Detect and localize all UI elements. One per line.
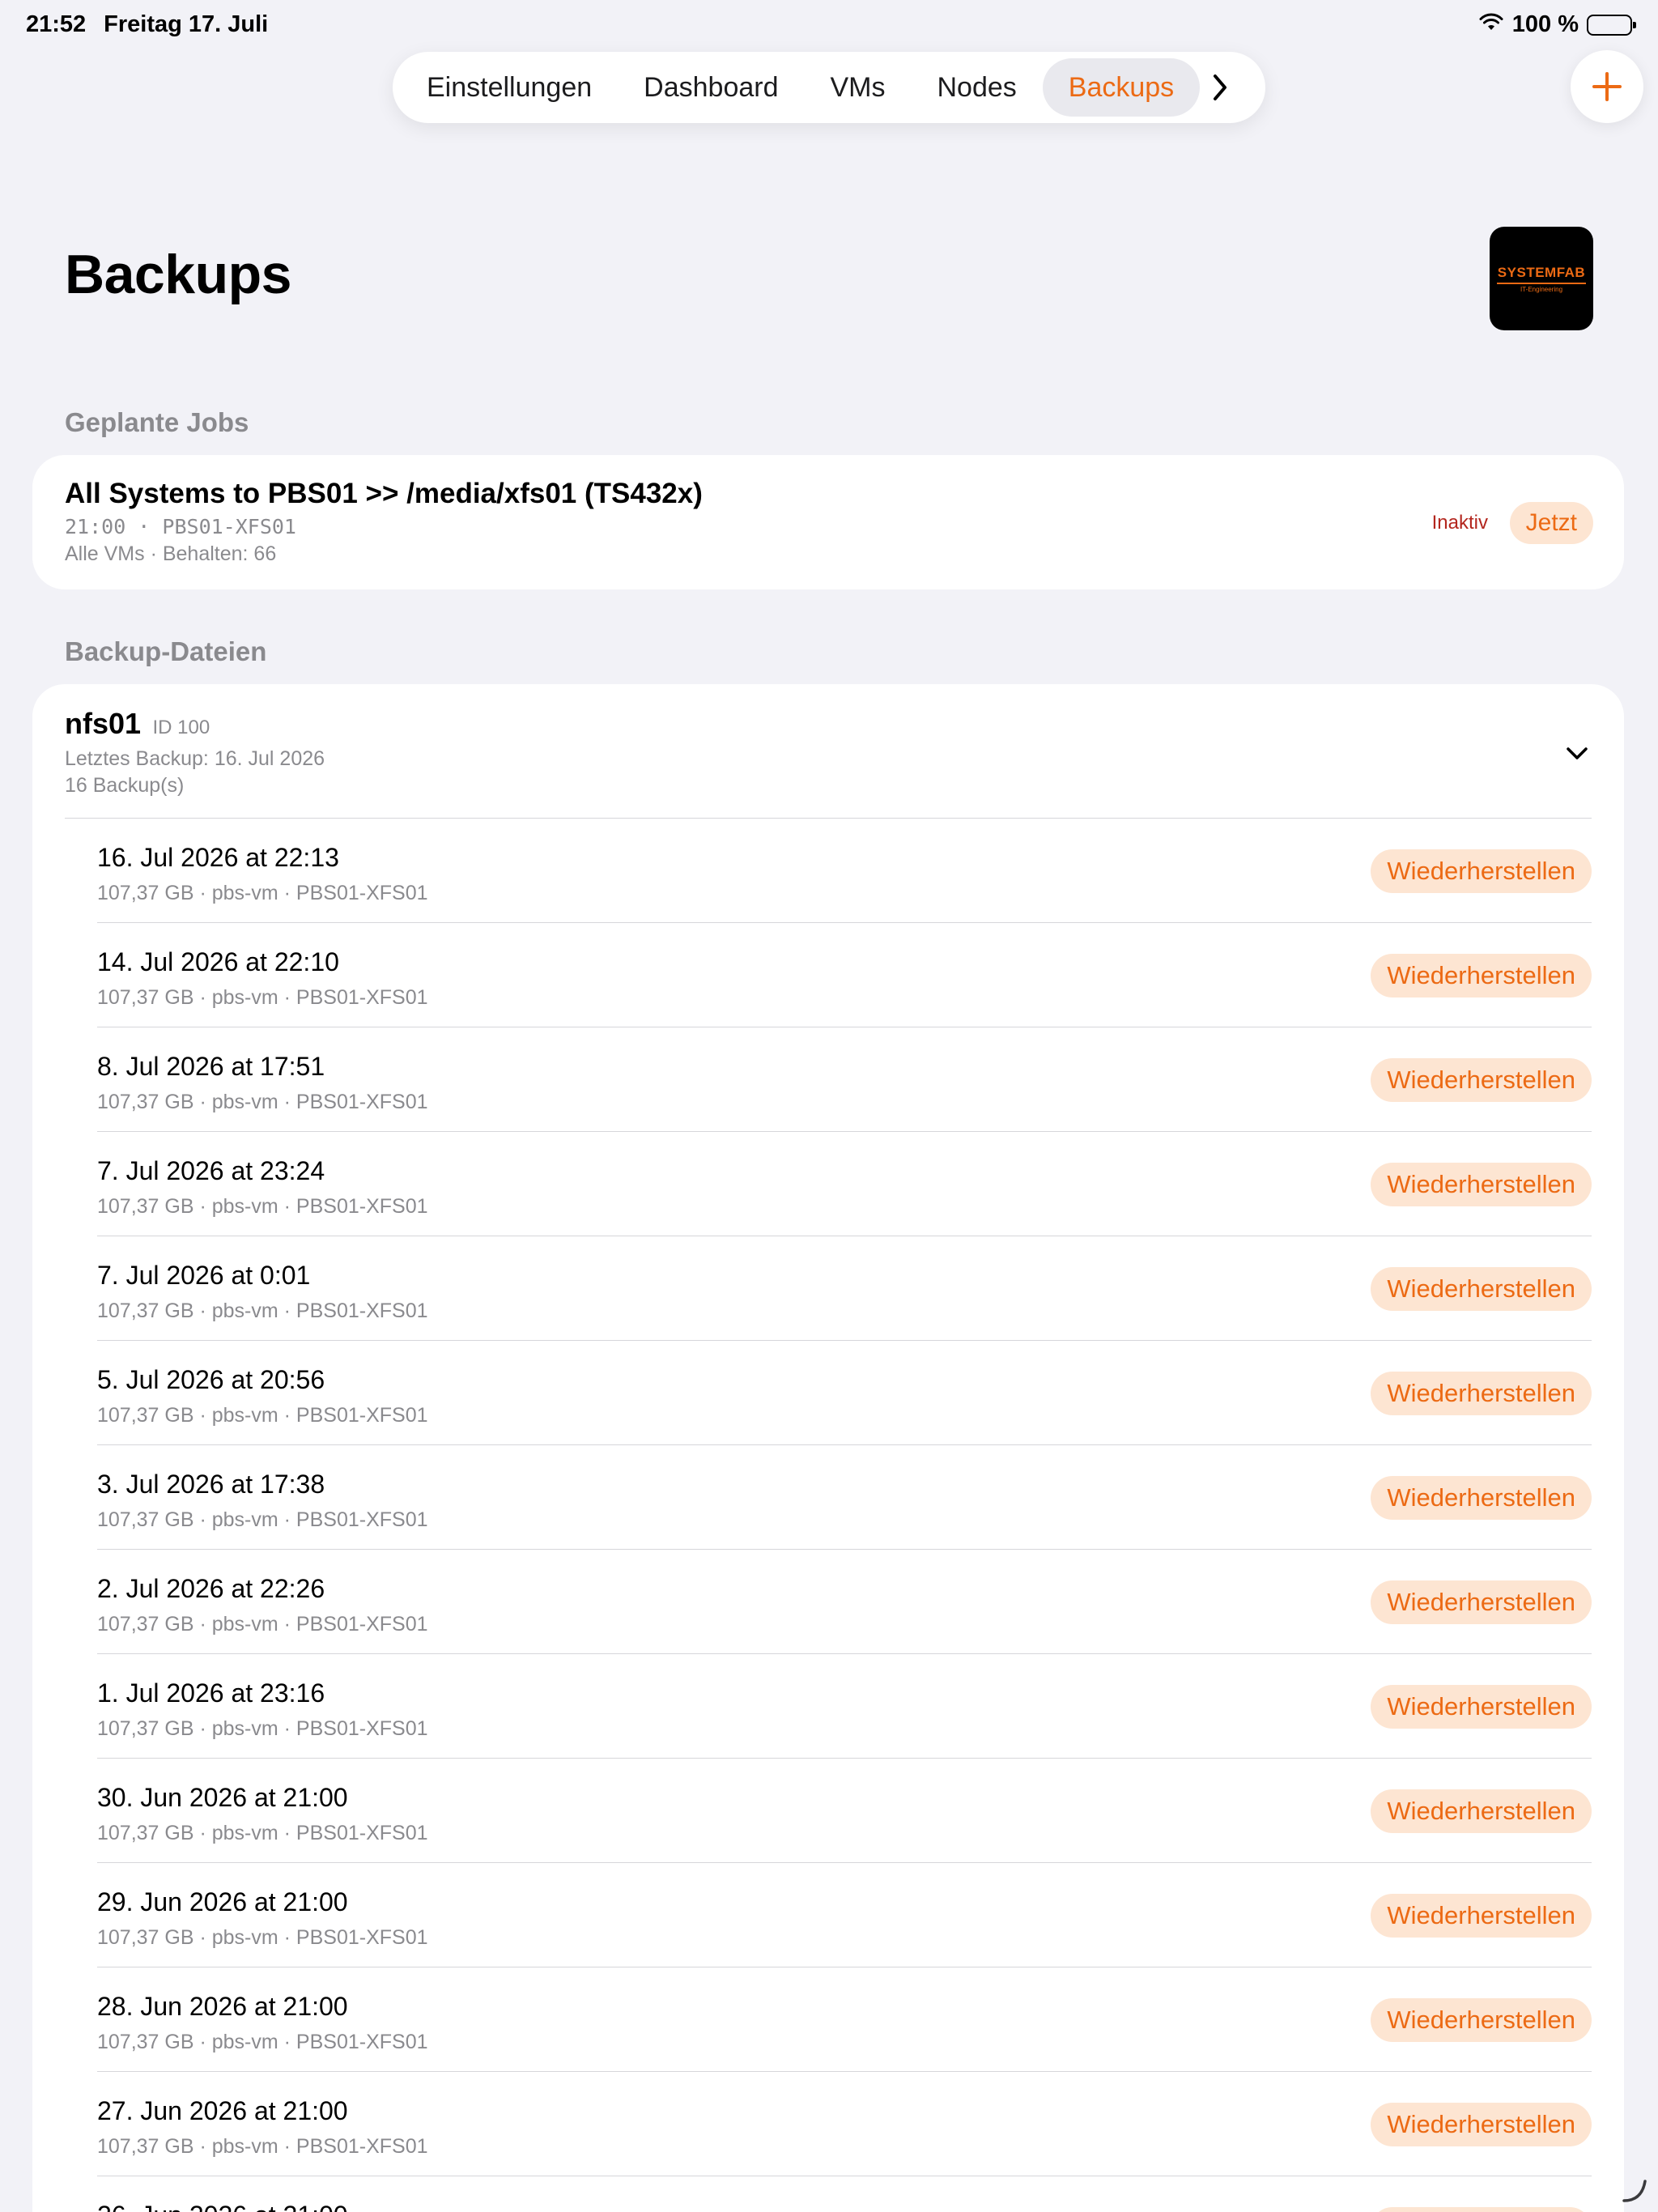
job-details: Alle VMs · Behalten: 66 <box>65 542 277 565</box>
job-schedule: 21:00 · PBS01-XFS01 <box>65 515 296 538</box>
backups-screen: 21:52 Freitag 17. Juli 100 % Einstellung… <box>0 0 1658 2212</box>
backup-row: 14. Jul 2026 at 22:10 107,37 GB · pbs-vm … <box>97 923 1592 1027</box>
restore-button[interactable]: Wiederherstellen <box>1371 1476 1592 1520</box>
tab-nodes[interactable]: Nodes <box>912 58 1043 117</box>
vm-group-header[interactable]: nfs01 ID 100 Letztes Backup: 16. Jul 202… <box>65 707 1592 812</box>
backup-list: 16. Jul 2026 at 22:13 107,37 GB · pbs-vm … <box>97 819 1592 2212</box>
scheduled-jobs-header: Geplante Jobs <box>65 407 249 437</box>
job-title: All Systems to PBS01 >> /media/xfs01 (TS… <box>65 478 703 509</box>
restore-button[interactable]: Wiederherstellen <box>1371 2207 1592 2212</box>
restore-button[interactable]: Wiederherstellen <box>1371 1998 1592 2042</box>
status-time: 21:52 <box>26 11 87 37</box>
backup-date: 7. Jul 2026 at 0:01 <box>97 1261 311 1290</box>
backup-info: 107,37 GB · pbs-vm · PBS01-XFS01 <box>97 2031 428 2053</box>
tab-einstellungen[interactable]: Einstellungen <box>401 58 618 117</box>
resize-handle-icon[interactable] <box>1621 2176 1648 2204</box>
backup-info: 107,37 GB · pbs-vm · PBS01-XFS01 <box>97 986 428 1009</box>
backup-info: 107,37 GB · pbs-vm · PBS01-XFS01 <box>97 1926 428 1949</box>
backup-files-header: Backup-Dateien <box>65 636 267 666</box>
backup-date: 2. Jul 2026 at 22:26 <box>97 1574 325 1603</box>
logo-text: SYSTEMFAB <box>1497 264 1586 280</box>
backup-row: 16. Jul 2026 at 22:13 107,37 GB · pbs-vm … <box>97 819 1592 923</box>
vm-backup-count: 16 Backup(s) <box>65 774 185 797</box>
restore-button[interactable]: Wiederherstellen <box>1371 1685 1592 1729</box>
backup-date: 1. Jul 2026 at 23:16 <box>97 1678 325 1708</box>
backup-date: 3. Jul 2026 at 17:38 <box>97 1470 325 1499</box>
restore-button[interactable]: Wiederherstellen <box>1371 1372 1592 1415</box>
tab-dashboard[interactable]: Dashboard <box>618 58 804 117</box>
restore-button[interactable]: Wiederherstellen <box>1371 1894 1592 1938</box>
logo-subtext: IT-Engineering <box>1520 285 1563 293</box>
run-now-button[interactable]: Jetzt <box>1509 502 1593 544</box>
vm-id: ID 100 <box>152 717 210 738</box>
vm-last-backup: Letztes Backup: 16. Jul 2026 <box>65 747 325 770</box>
status-bar: 21:52 Freitag 17. Juli 100 % <box>26 11 1636 44</box>
restore-button[interactable]: Wiederherstellen <box>1371 849 1592 893</box>
backup-date: 5. Jul 2026 at 20:56 <box>97 1365 325 1394</box>
backup-row: 1. Jul 2026 at 23:16 107,37 GB · pbs-vm ·… <box>97 1654 1592 1759</box>
add-button[interactable] <box>1571 50 1643 123</box>
backup-info: 107,37 GB · pbs-vm · PBS01-XFS01 <box>97 1613 428 1636</box>
backup-date: 16. Jul 2026 at 22:13 <box>97 843 339 872</box>
battery-icon <box>1587 14 1636 36</box>
restore-button[interactable]: Wiederherstellen <box>1371 1058 1592 1102</box>
backup-row: 30. Jun 2026 at 21:00 107,37 GB · pbs-vm … <box>97 1759 1592 1863</box>
logo: SYSTEMFAB IT-Engineering <box>1490 227 1593 330</box>
backup-info: 107,37 GB · pbs-vm · PBS01-XFS01 <box>97 2135 428 2158</box>
backup-row: 29. Jun 2026 at 21:00 107,37 GB · pbs-vm … <box>97 1863 1592 1967</box>
backup-info: 107,37 GB · pbs-vm · PBS01-XFS01 <box>97 1508 428 1531</box>
backup-info: 107,37 GB · pbs-vm · PBS01-XFS01 <box>97 1195 428 1218</box>
backup-row: 2. Jul 2026 at 22:26 107,37 GB · pbs-vm ·… <box>97 1550 1592 1654</box>
backup-row: 7. Jul 2026 at 23:24 107,37 GB · pbs-vm ·… <box>97 1132 1592 1236</box>
backup-date: 8. Jul 2026 at 17:51 <box>97 1052 325 1081</box>
backup-date: 14. Jul 2026 at 22:10 <box>97 947 339 976</box>
backup-row: 5. Jul 2026 at 20:56 107,37 GB · pbs-vm ·… <box>97 1341 1592 1445</box>
backup-row: 7. Jul 2026 at 0:01 107,37 GB · pbs-vm · … <box>97 1236 1592 1341</box>
chevron-down-icon[interactable] <box>1562 739 1592 768</box>
scheduled-job-card[interactable]: All Systems to PBS01 >> /media/xfs01 (TS… <box>32 455 1624 589</box>
restore-button[interactable]: Wiederherstellen <box>1371 954 1592 998</box>
backup-info: 107,37 GB · pbs-vm · PBS01-XFS01 <box>97 1717 428 1740</box>
restore-button[interactable]: Wiederherstellen <box>1371 1580 1592 1624</box>
page-title: Backups <box>65 244 291 305</box>
restore-button[interactable]: Wiederherstellen <box>1371 1789 1592 1833</box>
tab-backups[interactable]: Backups <box>1042 58 1201 117</box>
backup-row: 26. Jun 2026 at 21:00107,37 GB · pbs-vm … <box>97 2176 1592 2212</box>
tab-vms[interactable]: VMs <box>805 58 912 117</box>
vm-name: nfs01 <box>65 707 142 740</box>
backup-date: 29. Jun 2026 at 21:00 <box>97 1887 348 1916</box>
backup-info: 107,37 GB · pbs-vm · PBS01-XFS01 <box>97 1404 428 1427</box>
backup-row: 3. Jul 2026 at 17:38 107,37 GB · pbs-vm ·… <box>97 1445 1592 1550</box>
backup-date: 28. Jun 2026 at 21:00 <box>97 1992 348 2021</box>
restore-button[interactable]: Wiederherstellen <box>1371 1267 1592 1311</box>
job-status-badge: Inaktiv <box>1431 512 1488 534</box>
restore-button[interactable]: Wiederherstellen <box>1371 2103 1592 2146</box>
backup-files-card: nfs01 ID 100 Letztes Backup: 16. Jul 202… <box>32 684 1624 2212</box>
tab-bar: Einstellungen Dashboard VMs Nodes Backup… <box>393 52 1265 123</box>
backup-date: 7. Jul 2026 at 23:24 <box>97 1156 325 1185</box>
plus-icon <box>1592 72 1622 101</box>
backup-row: 8. Jul 2026 at 17:51 107,37 GB · pbs-vm ·… <box>97 1027 1592 1132</box>
backup-date: 26. Jun 2026 at 21:00 <box>97 2201 348 2212</box>
backup-info: 107,37 GB · pbs-vm · PBS01-XFS01 <box>97 1822 428 1844</box>
restore-button[interactable]: Wiederherstellen <box>1371 1163 1592 1206</box>
backup-date: 27. Jun 2026 at 21:00 <box>97 2096 348 2125</box>
backup-date: 30. Jun 2026 at 21:00 <box>97 1783 348 1812</box>
backup-row: 28. Jun 2026 at 21:00 107,37 GB · pbs-vm … <box>97 1967 1592 2072</box>
backup-row: 27. Jun 2026 at 21:00 107,37 GB · pbs-vm … <box>97 2072 1592 2176</box>
backup-info: 107,37 GB · pbs-vm · PBS01-XFS01 <box>97 1300 428 1322</box>
backup-info: 107,37 GB · pbs-vm · PBS01-XFS01 <box>97 1091 428 1113</box>
status-date: Freitag 17. Juli <box>104 11 269 37</box>
wifi-icon <box>1478 11 1504 38</box>
backup-info: 107,37 GB · pbs-vm · PBS01-XFS01 <box>97 882 428 904</box>
chevron-right-icon[interactable] <box>1200 58 1240 117</box>
battery-percent: 100 % <box>1511 11 1579 37</box>
